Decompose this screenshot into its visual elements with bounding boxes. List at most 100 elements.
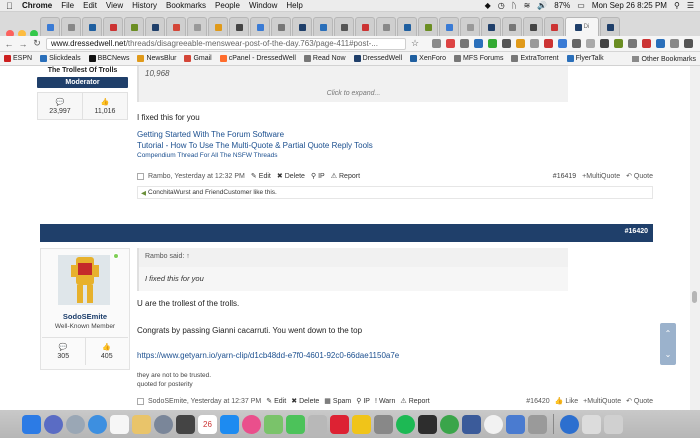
extension-icon[interactable] [474, 39, 483, 48]
trash-icon[interactable] [604, 414, 623, 434]
tab[interactable] [418, 17, 438, 36]
chrome-icon[interactable] [484, 414, 503, 434]
app-icon[interactable] [560, 414, 579, 434]
bookmark-item[interactable]: cPanel - DressedWell [219, 55, 296, 62]
menu-file[interactable]: File [61, 1, 74, 10]
search-icon[interactable]: ⚲ [674, 1, 680, 10]
extension-icon[interactable] [600, 39, 609, 48]
app-icon[interactable] [352, 414, 371, 434]
chevron-up-icon[interactable]: ⌃ [665, 329, 672, 338]
report-button[interactable]: ⚠ Report [331, 172, 360, 181]
notification-center-icon[interactable]: ☰ [687, 1, 694, 10]
messages-stat[interactable]: 💬 23,997 [38, 93, 82, 119]
report-button[interactable]: ⚠ Report [400, 397, 429, 406]
extension-icon[interactable] [614, 39, 623, 48]
tab[interactable] [61, 17, 81, 36]
extension-icon[interactable] [530, 39, 539, 48]
finder-icon[interactable] [22, 414, 41, 434]
extension-icon[interactable] [642, 39, 651, 48]
spam-button[interactable]: ▦ Spam [324, 397, 351, 406]
post-link[interactable]: https://www.getyarn.io/yarn-clip/d1cb48d… [137, 351, 399, 360]
bookmark-item[interactable]: ExtraTorrent [511, 55, 559, 62]
quote-attribution[interactable]: Rambo said: ↑ [145, 253, 190, 260]
bookmark-item[interactable]: Gmail [184, 55, 212, 62]
delete-button[interactable]: ✖ Delete [277, 172, 305, 181]
likes-text[interactable]: ConchitaWurst and FriendCustomer like th… [148, 189, 277, 196]
downloads-icon[interactable] [582, 414, 601, 434]
extension-icon[interactable] [670, 39, 679, 48]
menu-edit[interactable]: Edit [83, 1, 97, 10]
click-to-expand[interactable]: Click to expand... [139, 90, 568, 97]
bookmark-item[interactable]: XenForo [410, 55, 446, 62]
volume-icon[interactable]: 🔊 [537, 1, 547, 10]
extension-icon[interactable] [446, 39, 455, 48]
scrollbar-thumb[interactable] [692, 291, 697, 303]
extension-icon[interactable] [586, 39, 595, 48]
back-icon[interactable]: ← [4, 39, 14, 49]
bookmark-item[interactable]: Slickdeals [40, 55, 81, 62]
sig-link-tutorial[interactable]: Tutorial - How To Use The Multi-Quote & … [137, 141, 373, 150]
tab[interactable] [544, 17, 564, 36]
ip-button[interactable]: ⚲ IP [311, 172, 325, 181]
extension-icon[interactable] [558, 39, 567, 48]
ip-button[interactable]: ⚲ IP [356, 397, 370, 406]
tab[interactable] [397, 17, 417, 36]
tab[interactable] [40, 17, 60, 36]
app-icon[interactable] [308, 414, 327, 434]
post-number[interactable]: #16420 [625, 228, 648, 235]
post-meta[interactable]: SodoSEmite, Yesterday at 12:37 PM [148, 398, 261, 405]
battery-percent[interactable]: 87% [554, 1, 570, 10]
menu-people[interactable]: People [215, 1, 240, 10]
tab[interactable] [250, 17, 270, 36]
reload-icon[interactable]: ↻ [32, 38, 42, 49]
facetime-icon[interactable] [286, 414, 305, 434]
tab[interactable] [523, 17, 543, 36]
notes-icon[interactable] [132, 414, 151, 434]
apple-icon[interactable]:  [6, 1, 16, 11]
post-number[interactable]: #16420 [526, 398, 549, 405]
bookmark-item[interactable]: NewsBlur [137, 55, 176, 62]
tab[interactable] [124, 17, 144, 36]
bookmark-item[interactable]: FlyerTalk [566, 55, 604, 62]
tab[interactable] [166, 17, 186, 36]
bookmark-item[interactable]: Read Now [303, 55, 346, 62]
address-bar[interactable]: www.dressedwell.net/threads/disagreeable… [46, 37, 406, 50]
other-bookmarks[interactable]: Other Bookmarks [631, 52, 696, 65]
bookmark-item[interactable]: MFS Forums [454, 55, 503, 62]
username[interactable]: SodoSEmite [41, 312, 129, 321]
bookmark-item[interactable]: ESPN [4, 55, 32, 62]
menu-dots-icon[interactable] [684, 39, 693, 48]
launchpad-icon[interactable] [66, 414, 85, 434]
torrent-icon[interactable] [440, 414, 459, 434]
avatar[interactable] [58, 255, 110, 305]
itunes-icon[interactable] [242, 414, 261, 434]
menu-bookmarks[interactable]: Bookmarks [166, 1, 206, 10]
tab[interactable] [600, 17, 620, 36]
messages-stat[interactable]: 💬 305 [42, 338, 85, 365]
bookmark-item[interactable]: BBCNews [88, 55, 129, 62]
user-title[interactable]: The Trollest Of Trolls [37, 67, 128, 74]
extension-icon[interactable] [502, 39, 511, 48]
spotify-icon[interactable] [396, 414, 415, 434]
wifi-icon[interactable]: ≋ [524, 1, 531, 10]
app-icon[interactable] [528, 414, 547, 434]
bookmark-star-icon[interactable]: ☆ [410, 38, 420, 49]
likes-stat[interactable]: 👍 405 [84, 338, 129, 365]
bluetooth-icon[interactable]: ᚢ [512, 1, 517, 10]
tab[interactable] [460, 17, 480, 36]
chevron-down-icon[interactable]: ⌄ [665, 350, 672, 359]
tab[interactable] [439, 17, 459, 36]
post-number[interactable]: #16419 [553, 173, 576, 180]
post-meta[interactable]: Rambo, Yesterday at 12:32 PM [148, 173, 245, 180]
extension-icon[interactable] [544, 39, 553, 48]
like-button[interactable]: 👍 Like [555, 397, 579, 405]
extension-icon[interactable] [460, 39, 469, 48]
siri-icon[interactable] [44, 414, 63, 434]
extension-icon[interactable] [628, 39, 637, 48]
messages-icon[interactable] [264, 414, 283, 434]
app-icon[interactable] [462, 414, 481, 434]
app-icon[interactable] [374, 414, 393, 434]
delete-button[interactable]: ✖ Delete [291, 397, 319, 406]
extension-icon[interactable] [656, 39, 665, 48]
page-scrollbar[interactable] [690, 66, 700, 410]
